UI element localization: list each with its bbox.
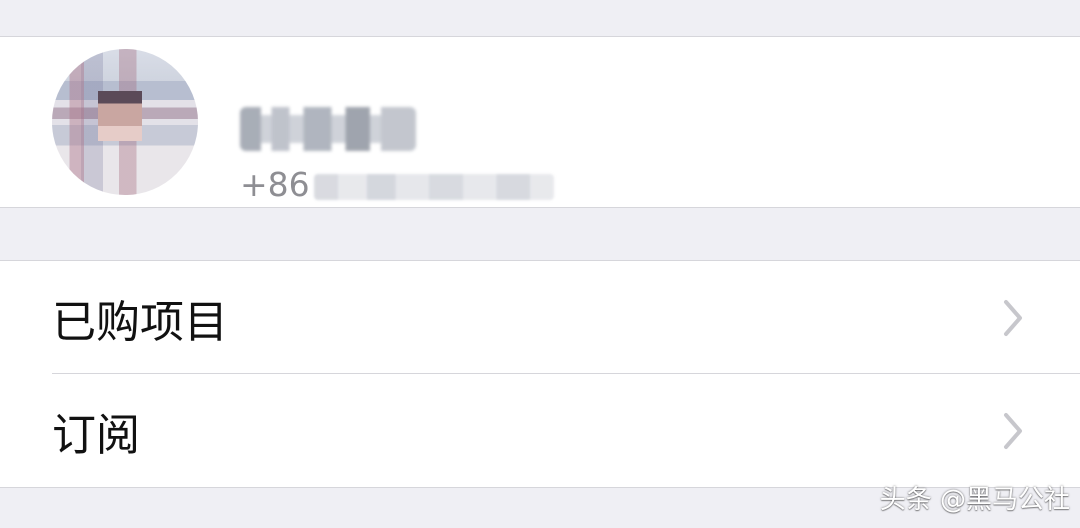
profile-name-redacted (240, 107, 416, 151)
subscriptions-row[interactable]: 订阅 (0, 374, 1080, 487)
chevron-right-icon (1000, 409, 1026, 453)
phone-country-code: +86 (240, 165, 310, 204)
avatar (52, 49, 198, 195)
section-spacer (0, 208, 1080, 260)
settings-group: 已购项目 订阅 (0, 260, 1080, 488)
profile-card[interactable]: +86 (0, 36, 1080, 208)
watermark-text: 头条 @黑马公社 (879, 485, 1070, 515)
subscriptions-label: 订阅 (52, 409, 140, 461)
purchased-items-label: 已购项目 (52, 296, 228, 348)
top-spacer (0, 0, 1080, 36)
chevron-right-icon (1000, 296, 1026, 340)
purchased-items-row[interactable]: 已购项目 (0, 261, 1080, 374)
phone-number-redacted (314, 174, 554, 200)
